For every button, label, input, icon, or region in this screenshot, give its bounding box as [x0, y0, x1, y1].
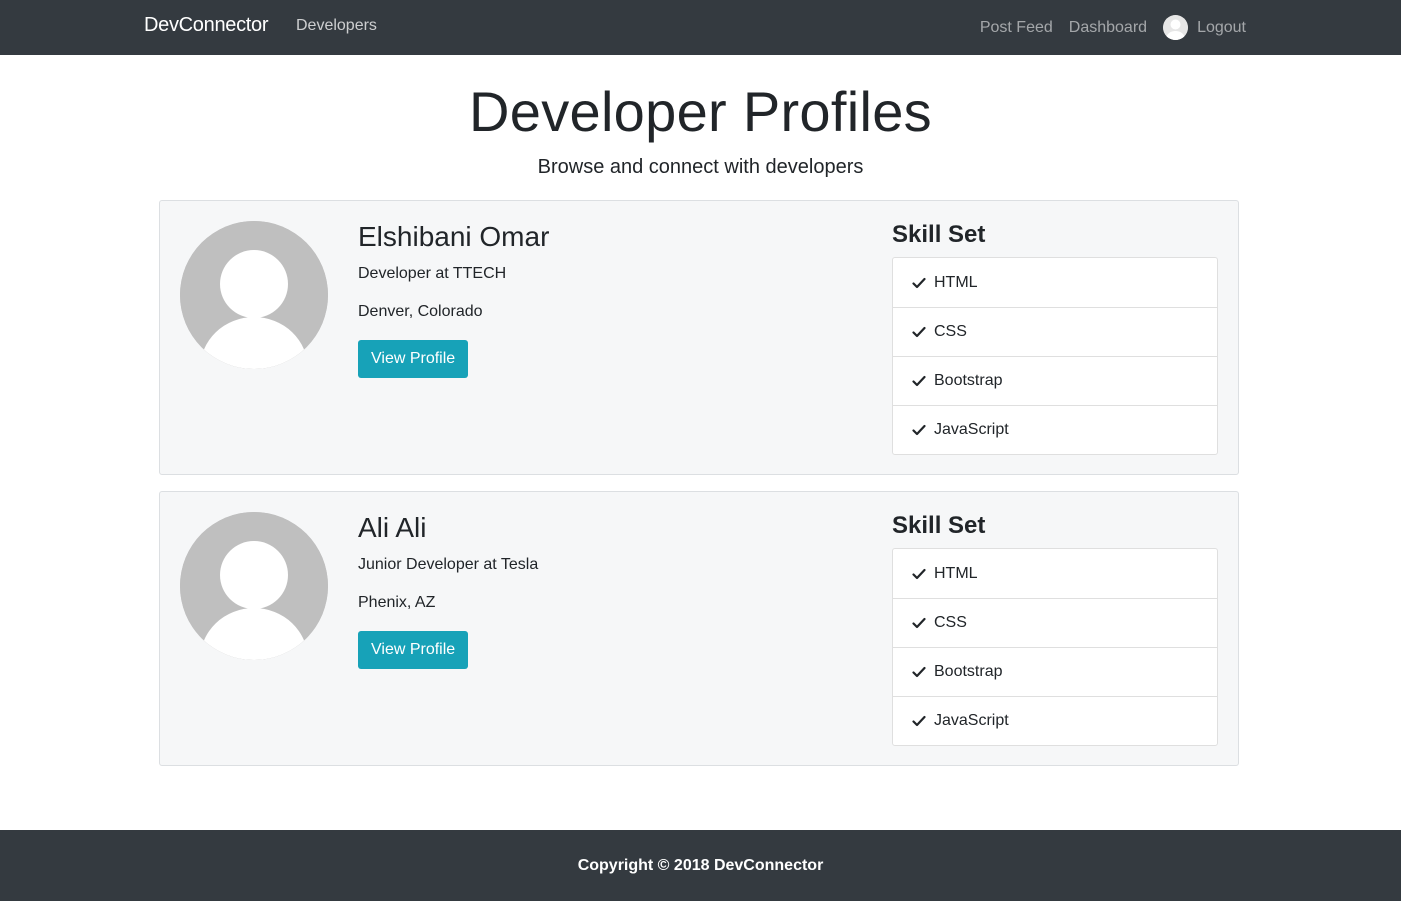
- skill-item: JavaScript: [893, 696, 1217, 745]
- check-icon: [912, 326, 926, 338]
- skill-item: CSS: [893, 307, 1217, 356]
- nav-developers-link[interactable]: Developers: [296, 17, 377, 35]
- skill-list: HTML CSS Bootstrap JavaScript: [892, 548, 1218, 746]
- page-title: Developer Profiles: [469, 80, 932, 143]
- nav-right-menu: Post Feed Dashboard Logout: [964, 0, 1246, 55]
- skill-item: CSS: [893, 598, 1217, 647]
- skill-item: Bootstrap: [893, 647, 1217, 696]
- skill-item: Bootstrap: [893, 356, 1217, 405]
- view-profile-button[interactable]: View Profile: [358, 631, 469, 669]
- skill-label: HTML: [934, 273, 978, 291]
- check-icon: [912, 617, 926, 629]
- nav-post-feed-link[interactable]: Post Feed: [980, 19, 1053, 37]
- skill-set-title: Skill Set: [892, 221, 986, 248]
- skill-set: Skill Set HTML CSS Bootstrap JavaScript: [892, 220, 1218, 455]
- profile-location: Phenix, AZ: [358, 594, 436, 611]
- skill-item: HTML: [893, 258, 1217, 307]
- profile-name: Elshibani Omar: [358, 221, 550, 252]
- footer: Copyright © 2018 DevConnector: [0, 830, 1401, 901]
- check-icon: [912, 424, 926, 436]
- profile-card: Elshibani Omar Developer at TTECH Denver…: [159, 200, 1239, 475]
- check-icon: [912, 375, 926, 387]
- skill-label: JavaScript: [934, 712, 1009, 729]
- profile-card: Ali Ali Junior Developer at Tesla Phenix…: [159, 491, 1239, 766]
- profile-avatar-icon: [180, 221, 328, 369]
- user-avatar-icon: [1163, 15, 1189, 40]
- view-profile-button[interactable]: View Profile: [358, 340, 469, 378]
- skill-label: CSS: [934, 323, 967, 340]
- nav-dashboard-link[interactable]: Dashboard: [1069, 19, 1147, 37]
- profile-location: Denver, Colorado: [358, 303, 483, 320]
- brand-link[interactable]: DevConnector: [144, 14, 269, 37]
- skill-set-title: Skill Set: [892, 512, 986, 539]
- skill-label: Bootstrap: [934, 663, 1003, 680]
- navbar: DevConnector Developers Post Feed Dashbo…: [0, 0, 1401, 55]
- skill-label: Bootstrap: [934, 372, 1003, 389]
- profile-info: Elshibani Omar Developer at TTECH Denver…: [358, 221, 549, 378]
- skill-item: JavaScript: [893, 405, 1217, 454]
- check-icon: [912, 568, 926, 580]
- nav-logout-link[interactable]: Logout: [1163, 15, 1246, 40]
- page-header: Developer Profiles Browse and connect wi…: [0, 82, 1401, 179]
- footer-copyright: Copyright © 2018 DevConnector: [577, 857, 824, 874]
- profile-info: Ali Ali Junior Developer at Tesla Phenix…: [358, 512, 538, 669]
- check-icon: [912, 277, 926, 289]
- skill-label: HTML: [934, 564, 978, 582]
- profile-status: Developer at TTECH: [358, 265, 507, 282]
- profile-avatar-icon: [180, 512, 328, 660]
- check-icon: [912, 715, 926, 727]
- skill-set: Skill Set HTML CSS Bootstrap JavaScript: [892, 511, 1218, 746]
- page-lead: Browse and connect with developers: [537, 156, 864, 178]
- profile-name: Ali Ali: [358, 512, 427, 543]
- check-icon: [912, 666, 926, 678]
- skill-list: HTML CSS Bootstrap JavaScript: [892, 257, 1218, 455]
- skill-label: CSS: [934, 614, 967, 631]
- profile-status: Junior Developer at Tesla: [358, 556, 539, 573]
- skill-item: HTML: [893, 549, 1217, 598]
- logout-label: Logout: [1197, 18, 1246, 36]
- skill-label: JavaScript: [934, 421, 1009, 438]
